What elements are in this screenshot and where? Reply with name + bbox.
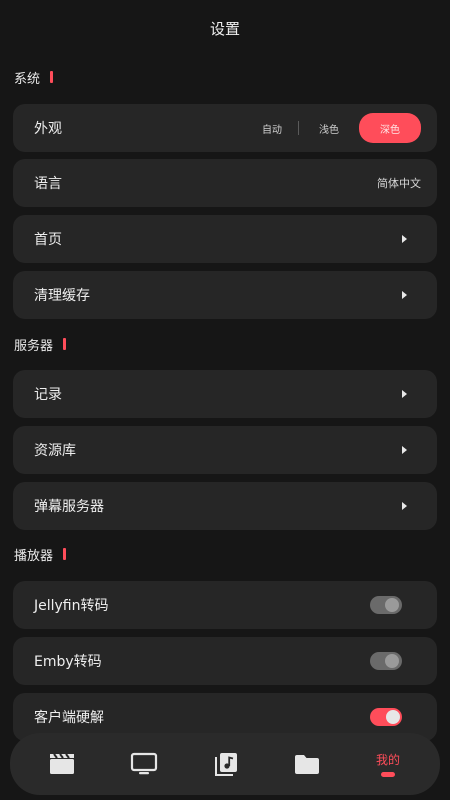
tab-music[interactable] [196,733,256,795]
section-header-system: 系统 [14,68,54,87]
jellyfin-transcode-toggle[interactable] [370,596,402,614]
toggle-knob [385,598,399,612]
toggle-knob [385,654,399,668]
clear-cache-row[interactable]: 清理缓存 [13,271,437,319]
section-title-system: 系统 [14,71,41,87]
section-accent-mark [63,338,67,350]
chevron-right-icon [402,446,407,454]
hardware-decode-label: 客户端硬解 [34,710,104,726]
jellyfin-transcode-row: Jellyfin转码 [13,581,437,629]
language-row[interactable]: 语言 简体中文 [13,159,437,207]
music-library-icon [215,753,237,776]
top-bar: 设置 [0,0,450,56]
tab-mine[interactable]: 我的 [358,733,418,795]
page-title: 设置 [209,19,240,38]
appearance-segmented-control[interactable]: 自动 浅色 深色 [246,113,421,143]
section-header-player: 播放器 [14,545,67,564]
danmaku-server-row[interactable]: 弹幕服务器 [13,482,437,530]
active-tab-indicator [381,772,395,777]
records-row[interactable]: 记录 [13,370,437,418]
jellyfin-transcode-label: Jellyfin转码 [34,598,109,614]
records-label: 记录 [34,387,62,403]
home-row[interactable]: 首页 [13,215,437,263]
appearance-label: 外观 [34,121,62,137]
chevron-right-icon [402,291,407,299]
appearance-option-dark[interactable]: 深色 [359,113,421,143]
tab-files[interactable] [277,733,337,795]
tv-icon [130,752,158,775]
folder-icon [295,755,319,774]
language-label: 语言 [34,176,62,192]
emby-transcode-row: Emby转码 [13,637,437,685]
chevron-right-icon [402,390,407,398]
danmaku-server-label: 弹幕服务器 [34,499,104,515]
chevron-right-icon [402,502,407,510]
appearance-row: 外观 自动 浅色 深色 [13,104,437,152]
hardware-decode-toggle[interactable] [370,708,402,726]
chevron-right-icon [402,235,407,243]
library-row[interactable]: 资源库 [13,426,437,474]
tab-movies[interactable] [32,733,92,795]
toggle-knob [386,710,400,724]
home-label: 首页 [34,232,62,248]
emby-transcode-toggle[interactable] [370,652,402,670]
section-header-server: 服务器 [14,335,67,354]
section-title-player: 播放器 [14,548,54,564]
section-accent-mark [63,548,67,560]
tab-tv[interactable] [114,733,174,795]
tab-mine-label: 我的 [375,753,400,767]
section-accent-mark [50,71,54,83]
emby-transcode-label: Emby转码 [34,654,102,670]
bottom-tab-bar: 我的 [10,733,440,795]
clear-cache-label: 清理缓存 [34,288,90,304]
appearance-option-light[interactable]: 浅色 [299,113,359,143]
appearance-option-auto[interactable]: 自动 [246,113,298,143]
library-label: 资源库 [34,443,76,459]
section-title-server: 服务器 [14,338,54,354]
language-value: 简体中文 [377,177,421,190]
clapperboard-icon [50,753,74,774]
